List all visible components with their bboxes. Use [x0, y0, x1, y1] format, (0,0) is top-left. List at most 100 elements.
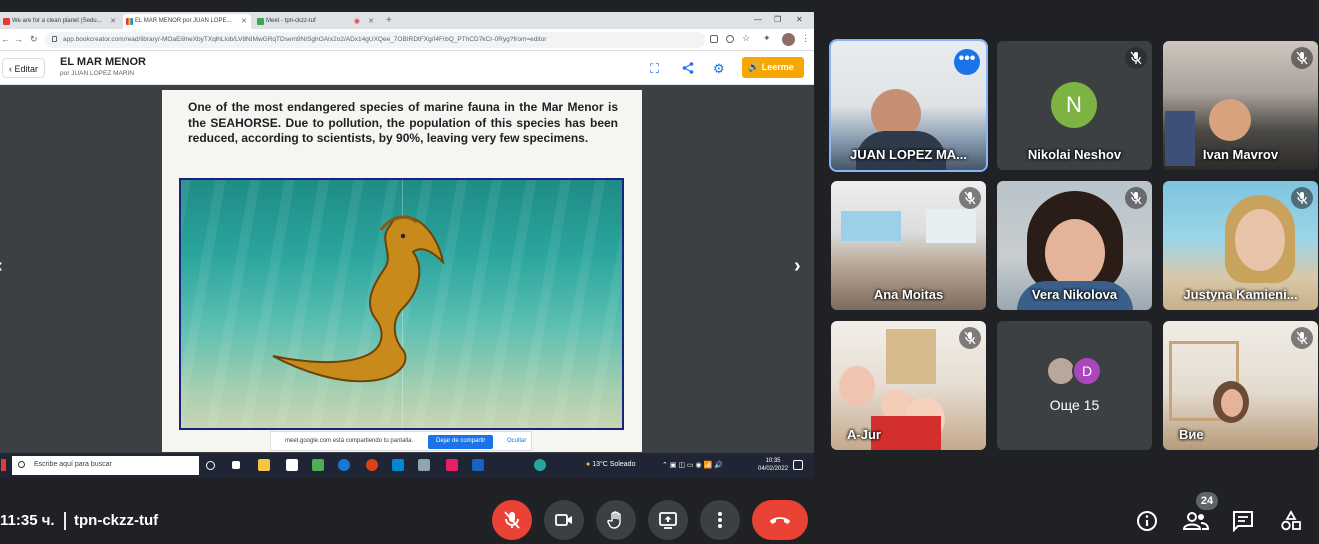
weather-text: 13°C Soleado [592, 461, 636, 468]
weather-widget[interactable]: ● 13°C Soleado [586, 461, 635, 468]
bookmark-star-icon[interactable]: ☆ [742, 33, 750, 44]
app-icon[interactable] [312, 459, 324, 471]
participant-name: Vera Nikolova [1031, 287, 1118, 302]
new-tab-icon[interactable]: + [386, 15, 392, 26]
present-screen-icon [659, 512, 677, 529]
close-tab-icon[interactable]: ✕ [368, 17, 374, 25]
book-author: por JUAN LOPEZ MARIN [60, 70, 135, 77]
meeting-code: tpn-ckzz-tuf [74, 512, 159, 529]
maximize-icon[interactable]: ❐ [774, 15, 781, 24]
mic-off-icon [959, 327, 981, 349]
stop-sharing-button[interactable]: Dejar de compartir [428, 435, 494, 449]
windows-search-box[interactable]: Escribe aquí para buscar [12, 456, 199, 475]
participant-name: A-Jur [847, 427, 881, 442]
shared-screen: We are for a clean planet (Sedu... ✕ EL … [0, 12, 814, 478]
fullscreen-icon[interactable]: ⛶ [650, 61, 659, 77]
browser-menu-icon[interactable]: ⋮ [801, 33, 810, 44]
raise-hand-button[interactable] [596, 500, 636, 540]
more-options-button[interactable] [700, 500, 740, 540]
reload-icon[interactable]: ↻ [30, 34, 38, 45]
install-icon[interactable] [710, 35, 718, 43]
participant-tile[interactable]: A-Jur [831, 321, 986, 450]
notifications-icon[interactable] [793, 460, 803, 470]
participant-tile[interactable]: Justyna Kamieni... [1163, 181, 1318, 310]
face [1235, 209, 1285, 271]
camera-toggle-button[interactable] [544, 500, 584, 540]
participant-tile[interactable]: Ana Moitas [831, 181, 986, 310]
browser-tabstrip: We are for a clean planet (Sedu... ✕ EL … [0, 12, 814, 29]
participant-avatar: N [1051, 82, 1097, 128]
participant-tile[interactable]: ••• JUAN LOPEZ MA... [831, 41, 986, 170]
close-tab-icon[interactable]: ✕ [241, 17, 247, 25]
dropbox-icon[interactable] [286, 459, 298, 471]
mic-off-icon [1125, 187, 1147, 209]
url-field[interactable]: app.bookcreator.com/read/library/-MOaEi9… [45, 32, 705, 48]
participant-tile-self[interactable]: Вие [1163, 321, 1318, 450]
chrome-icon[interactable] [366, 459, 378, 471]
people-icon[interactable] [1183, 510, 1209, 532]
divider [64, 512, 66, 530]
mic-off-icon [504, 511, 520, 529]
book-reader: ‹ › One of the most endangered species o… [0, 85, 814, 453]
previous-page-icon[interactable]: ‹ [0, 255, 3, 278]
extensions-icon[interactable]: ✦ [763, 33, 771, 44]
mic-toggle-button[interactable] [492, 500, 532, 540]
back-icon[interactable]: ← [1, 34, 10, 44]
participant-tile[interactable]: Vera Nikolova [997, 181, 1152, 310]
activities-icon[interactable] [1280, 510, 1302, 532]
browser-tab[interactable]: Meet - tpn-ckzz-tuf ◉ ✕ [254, 14, 378, 29]
paint-icon[interactable] [418, 459, 430, 471]
minimize-icon[interactable]: — [754, 15, 762, 24]
file-explorer-icon[interactable] [258, 459, 270, 471]
forward-icon[interactable]: → [14, 34, 23, 44]
close-window-icon[interactable]: ✕ [796, 15, 803, 24]
youtube-icon [3, 18, 10, 25]
participant-name: Justyna Kamieni... [1183, 287, 1298, 302]
screen-share-notice: meet.google.com está compartiendo tu pan… [270, 431, 532, 451]
more-vert-icon [718, 512, 722, 528]
participant-count-badge: 24 [1196, 492, 1218, 510]
share-icon[interactable] [682, 62, 694, 74]
read-to-me-label: Leerme [761, 62, 794, 72]
browser-tab-active[interactable]: EL MAR MENOR por JUAN LOPE... ✕ [123, 14, 251, 29]
more-options-icon[interactable]: ••• [954, 49, 980, 75]
outlook-icon[interactable] [392, 459, 404, 471]
participant-tile[interactable]: Ivan Mavrov [1163, 41, 1318, 170]
recording-dot-icon: ◉ [353, 18, 360, 25]
face [1221, 389, 1243, 417]
widgets-icon[interactable] [232, 461, 240, 469]
start-icon[interactable] [1, 459, 6, 471]
profile-avatar[interactable] [782, 33, 795, 46]
hide-notice-button[interactable]: Ocultar [507, 438, 526, 444]
leave-call-button[interactable] [752, 500, 808, 540]
maps-icon[interactable] [534, 459, 546, 471]
share-notice-text: meet.google.com está compartiendo tu pan… [285, 438, 414, 444]
chat-icon[interactable] [1232, 510, 1254, 532]
tray-icons[interactable]: ⌃ ▣ ◫ ▭ ◉ 📶 🔊 [662, 461, 723, 469]
participant-name: Вие [1179, 427, 1204, 442]
next-page-icon[interactable]: › [794, 255, 801, 278]
edge-icon[interactable] [338, 459, 350, 471]
page-text: One of the most endangered species of ma… [188, 100, 618, 145]
participant-tile[interactable]: N Nikolai Neshov [997, 41, 1152, 170]
tab-title: EL MAR MENOR por JUAN LOPE... [135, 18, 232, 24]
seahorse-illustration [272, 215, 445, 383]
edit-button[interactable]: ‹ Editar [2, 58, 46, 78]
read-to-me-button[interactable]: 🔊 Leerme [742, 57, 804, 78]
meet-window: We are for a clean planet (Sedu... ✕ EL … [0, 0, 1319, 544]
word-icon[interactable] [472, 459, 484, 471]
windows-time: 10:35 [765, 458, 781, 464]
board [926, 209, 976, 243]
settings-gear-icon[interactable]: ⚙ [713, 61, 725, 77]
photos-icon[interactable] [446, 459, 458, 471]
windows-clock[interactable]: 10:35 04/02/2022 [758, 457, 788, 473]
participant-name: Ana Moitas [873, 287, 944, 302]
meeting-details-icon[interactable] [1136, 510, 1158, 532]
participant-tile-overflow[interactable]: D Още 15 [997, 321, 1152, 450]
present-screen-button[interactable] [648, 500, 688, 540]
edit-label: Editar [14, 64, 39, 74]
close-tab-icon[interactable]: ✕ [110, 17, 116, 25]
share-page-icon[interactable] [726, 35, 734, 43]
browser-tab[interactable]: We are for a clean planet (Sedu... ✕ [0, 14, 120, 29]
task-view-icon[interactable] [206, 461, 215, 470]
